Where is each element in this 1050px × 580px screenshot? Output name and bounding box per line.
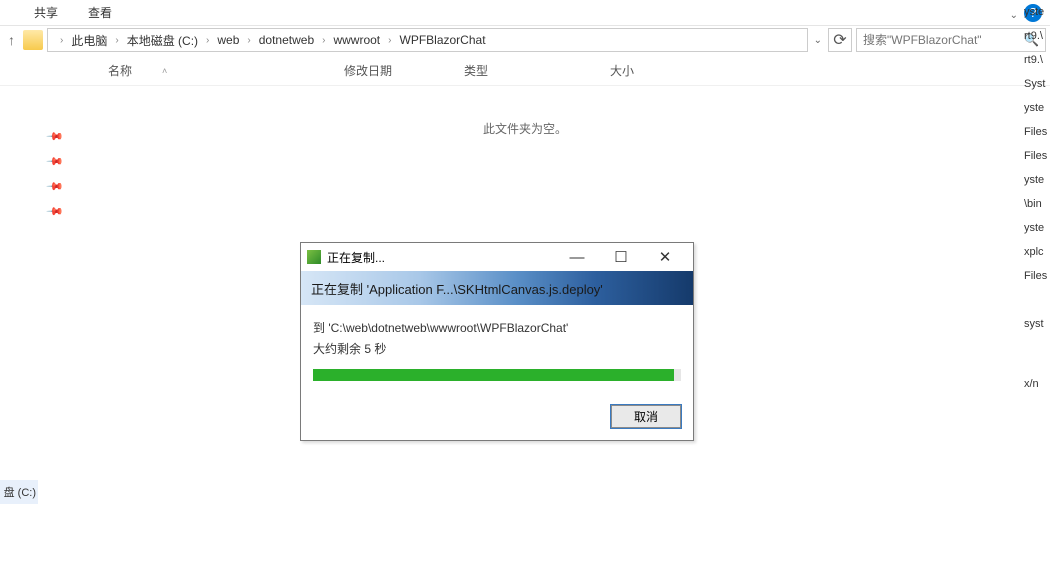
chevron-right-icon[interactable]: › [241, 35, 256, 46]
progress-bar [313, 369, 681, 381]
right-fragment-item: x/n [1022, 372, 1050, 396]
right-fragment-item: rt9.\ [1022, 48, 1050, 72]
right-fragment-item [1022, 360, 1050, 372]
address-bar: ↑ › 此电脑 › 本地磁盘 (C:) › web › dotnetweb › … [0, 26, 1050, 54]
dialog-titlebar[interactable]: 正在复制... — ☐ ✕ [301, 243, 693, 271]
breadcrumb-segment[interactable]: web [215, 33, 241, 47]
quick-access-pins: 📌 📌 📌 📌 [48, 130, 62, 218]
column-name[interactable]: 名称 [108, 62, 132, 79]
breadcrumb-segment[interactable]: wwwroot [331, 33, 382, 47]
dialog-title: 正在复制... [327, 249, 555, 266]
right-fragment-item: yste [1022, 168, 1050, 192]
right-fragment-item: rt9.\ [1022, 24, 1050, 48]
minimize-button[interactable]: — [555, 245, 599, 269]
pin-icon[interactable]: 📌 [45, 202, 64, 221]
right-fragment-item: yste [1022, 216, 1050, 240]
right-fragment-item: Files [1022, 120, 1050, 144]
right-fragment-item: yste [1022, 96, 1050, 120]
breadcrumb-segment[interactable]: dotnetweb [257, 33, 316, 47]
right-fragment-item: Files [1022, 264, 1050, 288]
search-box[interactable]: 🔍 [856, 28, 1046, 52]
breadcrumb-segment[interactable]: WPFBlazorChat [398, 33, 488, 47]
column-size[interactable]: 大小 [610, 62, 690, 79]
search-input[interactable] [863, 33, 1024, 47]
ribbon-expand-icon[interactable]: ⌄ [1010, 10, 1018, 21]
nav-up-icon[interactable]: ↑ [4, 32, 19, 48]
dialog-banner: 正在复制 'Application F...\SKHtmlCanvas.js.d… [301, 271, 693, 305]
chevron-right-icon[interactable]: › [316, 35, 331, 46]
close-button[interactable]: ✕ [643, 245, 687, 269]
destination-path: 到 'C:\web\dotnetweb\wwwroot\WPFBlazorCha… [313, 319, 681, 336]
dialog-body: 到 'C:\web\dotnetweb\wwwroot\WPFBlazorCha… [301, 305, 693, 391]
progress-fill [313, 369, 674, 381]
pin-icon[interactable]: 📌 [45, 152, 64, 171]
right-fragment-item: xplc [1022, 240, 1050, 264]
refresh-button[interactable]: ⟳ [828, 28, 852, 52]
column-headers: 名称 ˄ 修改日期 类型 大小 [0, 54, 1050, 86]
right-fragment-item: \bin [1022, 192, 1050, 216]
top-menu-bar: 共享 查看 ⌄ ? [0, 0, 1050, 26]
empty-folder-message: 此文件夹为空。 [0, 120, 1050, 137]
chevron-right-icon[interactable]: › [54, 35, 69, 46]
right-panel-fragment: ystert9.\rt9.\SystysteFilesFilesyste\bin… [1022, 0, 1050, 396]
breadcrumb-segment[interactable]: 本地磁盘 (C:) [125, 32, 200, 49]
copy-icon [307, 250, 321, 264]
left-panel-fragment[interactable]: 盘 (C:) [0, 480, 38, 504]
menu-view[interactable]: 查看 [88, 4, 112, 21]
history-dropdown-icon[interactable]: ⌄ [812, 35, 824, 46]
pin-icon[interactable]: 📌 [45, 177, 64, 196]
right-fragment-item [1022, 300, 1050, 312]
refresh-icon: ⟳ [833, 30, 846, 50]
right-fragment-item [1022, 348, 1050, 360]
column-date[interactable]: 修改日期 [344, 62, 464, 79]
right-fragment-item: syst [1022, 312, 1050, 336]
menu-share[interactable]: 共享 [34, 4, 58, 21]
right-fragment-item: yste [1022, 0, 1050, 24]
chevron-right-icon[interactable]: › [109, 35, 124, 46]
maximize-button[interactable]: ☐ [599, 245, 643, 269]
time-remaining: 大约剩余 5 秒 [313, 340, 681, 357]
dialog-footer: 取消 [301, 391, 693, 440]
sort-indicator-icon: ˄ [162, 66, 167, 76]
pin-icon[interactable]: 📌 [45, 127, 64, 146]
right-fragment-item [1022, 288, 1050, 300]
folder-icon [23, 30, 43, 50]
column-type[interactable]: 类型 [464, 62, 610, 79]
right-fragment-item [1022, 336, 1050, 348]
chevron-right-icon[interactable]: › [200, 35, 215, 46]
breadcrumb[interactable]: › 此电脑 › 本地磁盘 (C:) › web › dotnetweb › ww… [47, 28, 808, 52]
right-fragment-item: Syst [1022, 72, 1050, 96]
right-fragment-item: Files [1022, 144, 1050, 168]
copy-progress-dialog: 正在复制... — ☐ ✕ 正在复制 'Application F...\SKH… [300, 242, 694, 441]
chevron-right-icon[interactable]: › [382, 35, 397, 46]
breadcrumb-segment[interactable]: 此电脑 [69, 32, 109, 49]
cancel-button[interactable]: 取消 [611, 405, 681, 428]
